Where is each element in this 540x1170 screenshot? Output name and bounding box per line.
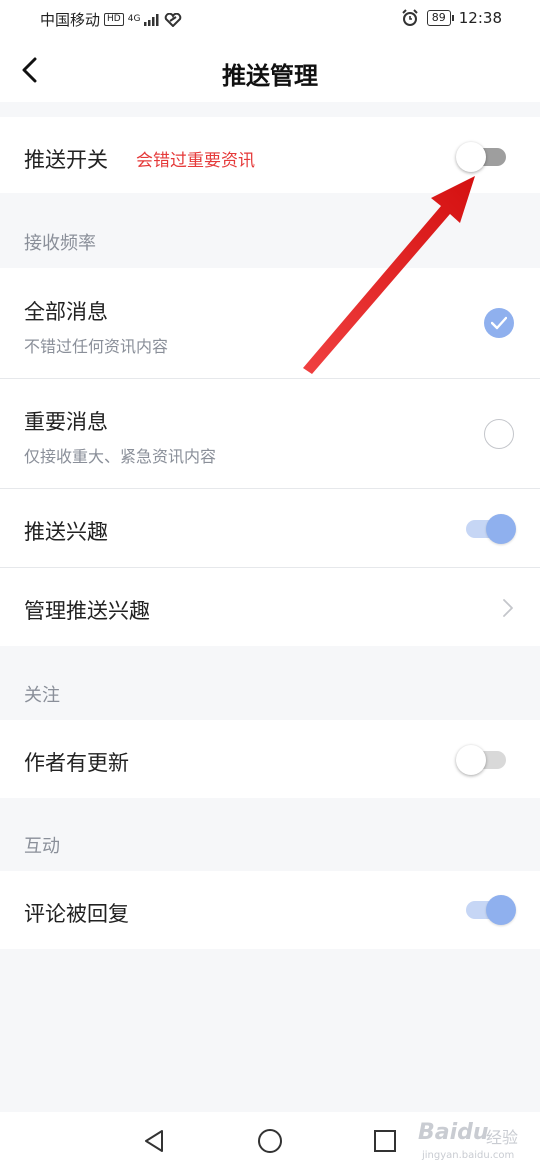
square-recents-icon bbox=[374, 1130, 396, 1152]
nav-home-button[interactable] bbox=[255, 1126, 285, 1156]
toggle-knob bbox=[486, 895, 516, 925]
divider bbox=[0, 567, 540, 568]
option-all-radio[interactable] bbox=[484, 308, 514, 338]
wifi-heart-icon bbox=[165, 12, 182, 27]
watermark-url: jingyan.baidu.com bbox=[422, 1150, 515, 1161]
frequency-section-title: 接收频率 bbox=[24, 233, 96, 254]
option-important-radio[interactable] bbox=[484, 419, 514, 449]
watermark-brand: Baidu bbox=[418, 1120, 489, 1145]
circle-home-icon bbox=[258, 1129, 282, 1153]
triangle-back-icon bbox=[145, 1130, 163, 1152]
toggle-knob bbox=[456, 142, 486, 172]
toggle-knob bbox=[456, 745, 486, 775]
carrier-label: 中国移动 bbox=[40, 11, 101, 29]
check-icon bbox=[491, 316, 507, 330]
interaction-section-title: 互动 bbox=[24, 836, 60, 857]
author-update-label: 作者有更新 bbox=[24, 751, 129, 775]
option-important-label: 重要消息 bbox=[24, 410, 108, 434]
status-bar: 中国移动 HD 4G 89 12:38 bbox=[0, 0, 540, 38]
toggle-knob bbox=[486, 514, 516, 544]
manage-interest-label[interactable]: 管理推送兴趣 bbox=[24, 595, 150, 625]
divider bbox=[0, 378, 540, 379]
chevron-right-icon[interactable] bbox=[502, 598, 514, 618]
follow-section-title: 关注 bbox=[24, 685, 60, 706]
baidu-watermark: Baidu 经验 jingyan.baidu.com bbox=[414, 1114, 540, 1170]
option-all-label: 全部消息 bbox=[24, 300, 108, 324]
watermark-brand-cn: 经验 bbox=[486, 1128, 519, 1147]
nav-recents-button[interactable] bbox=[370, 1126, 400, 1156]
page-title: 推送管理 bbox=[222, 62, 318, 90]
network-type: 4G bbox=[127, 14, 141, 24]
option-important-sub: 仅接收重大、紧急资讯内容 bbox=[24, 447, 217, 466]
battery-icon: 89 bbox=[426, 10, 454, 26]
comment-reply-toggle[interactable] bbox=[462, 893, 516, 927]
signal-icon bbox=[144, 13, 159, 26]
author-update-toggle[interactable] bbox=[456, 743, 510, 777]
option-all-sub: 不错过任何资讯内容 bbox=[24, 337, 169, 356]
push-interest-label: 推送兴趣 bbox=[24, 520, 108, 544]
push-interest-toggle[interactable] bbox=[462, 512, 516, 546]
push-switch-warning: 会错过重要资讯 bbox=[136, 151, 255, 171]
clock: 12:38 bbox=[458, 9, 502, 27]
hd-badge: HD bbox=[104, 13, 124, 26]
comment-reply-label: 评论被回复 bbox=[24, 902, 129, 926]
nav-back-button[interactable] bbox=[140, 1126, 170, 1156]
push-switch-label: 推送开关 bbox=[24, 148, 108, 172]
push-switch-toggle[interactable] bbox=[456, 140, 510, 174]
divider bbox=[0, 488, 540, 489]
header-bar: 推送管理 bbox=[0, 38, 540, 102]
alarm-icon bbox=[402, 9, 418, 26]
